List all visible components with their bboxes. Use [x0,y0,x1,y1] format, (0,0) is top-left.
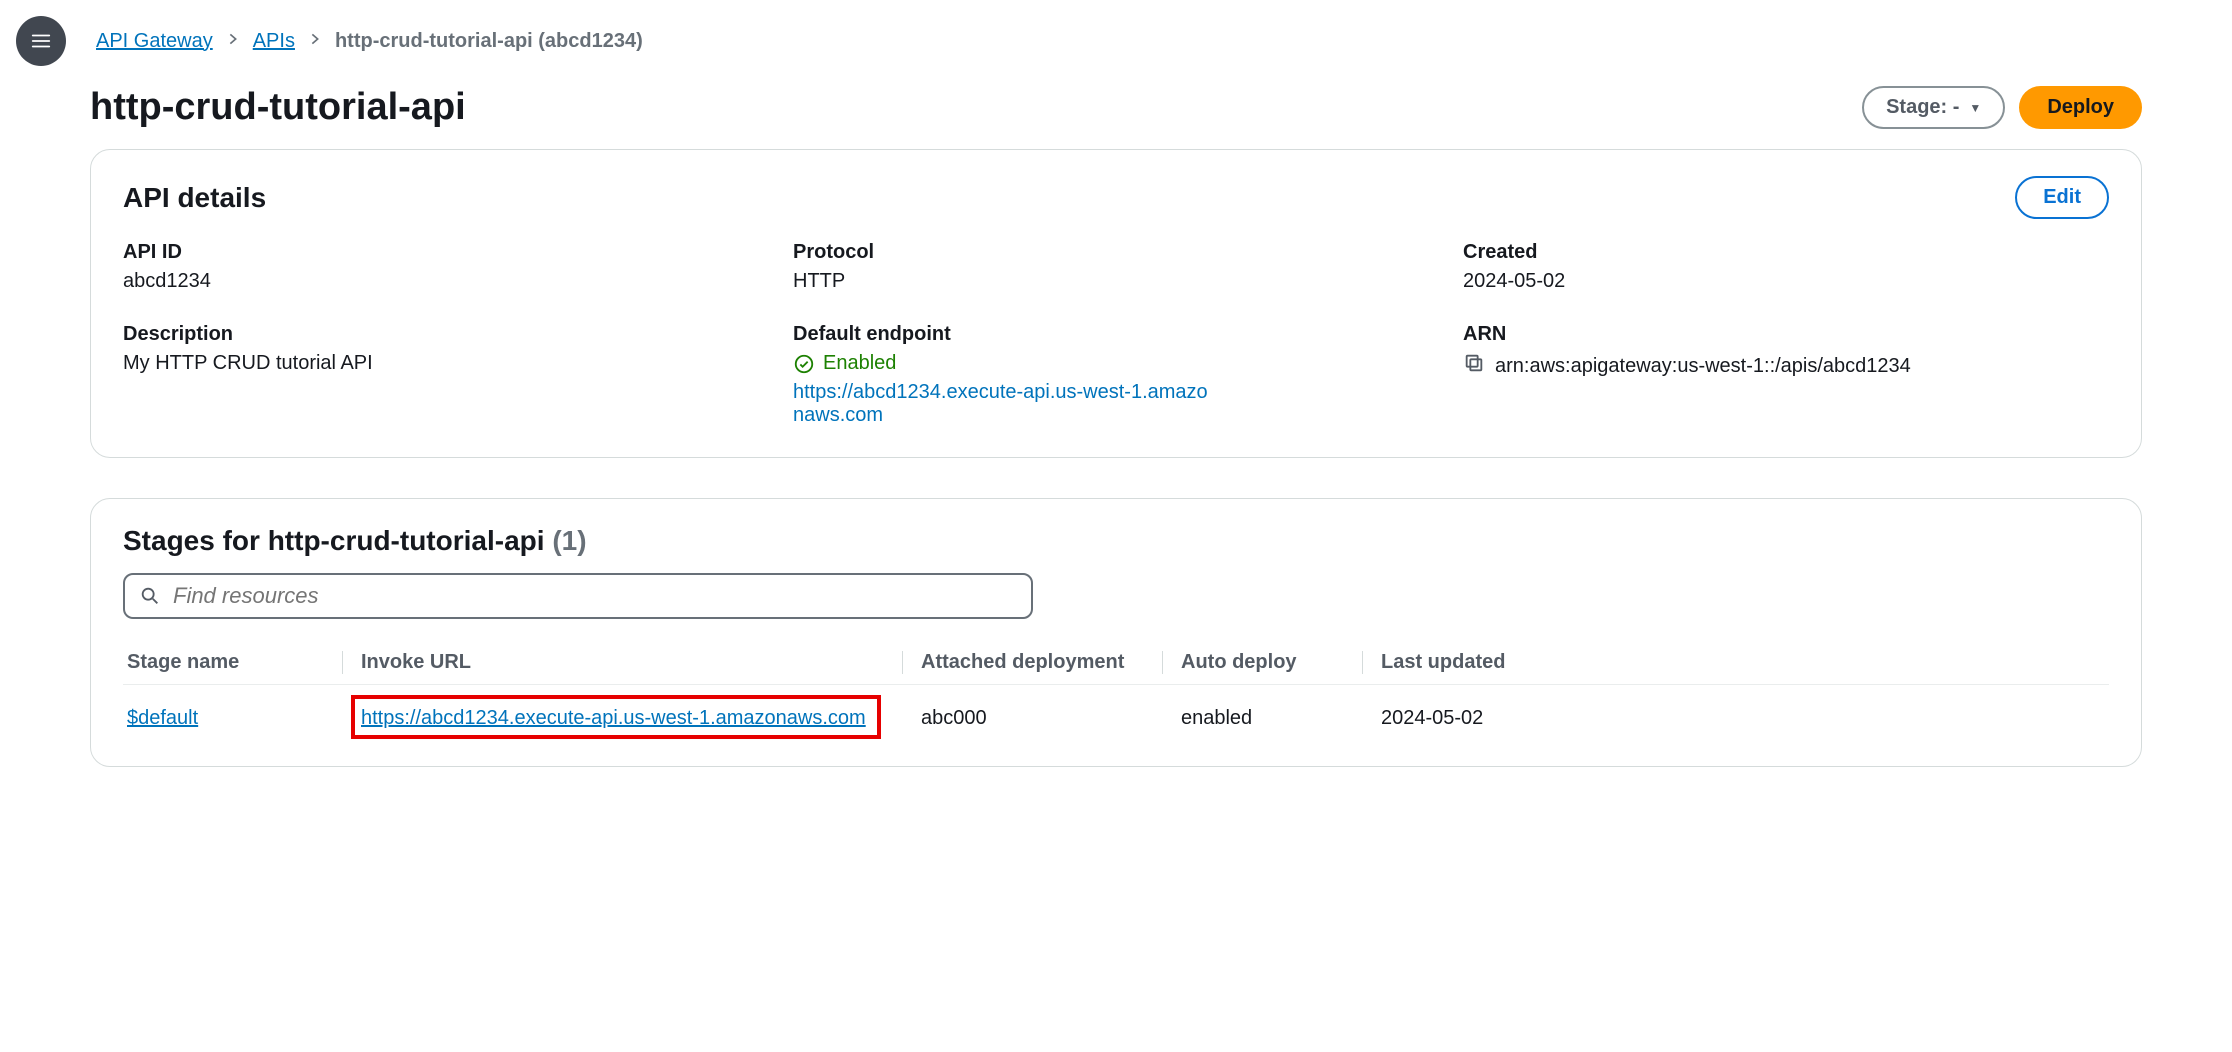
table-header: Stage name Invoke URL Attached deploymen… [123,641,2109,685]
stages-panel: Stages for http-crud-tutorial-api (1) St… [90,498,2142,767]
created-label: Created [1463,241,2109,264]
breadcrumb-apis[interactable]: APIs [253,30,295,53]
caret-down-icon: ▼ [1969,101,1981,115]
api-id-label: API ID [123,241,769,264]
search-input[interactable] [173,583,1017,609]
stages-title: Stages for http-crud-tutorial-api (1) [123,525,587,557]
api-details-title: API details [123,182,266,214]
invoke-url-link[interactable]: https://abcd1234.execute-api.us-west-1.a… [361,707,866,729]
stages-table: Stage name Invoke URL Attached deploymen… [123,641,2109,736]
breadcrumb-current: http-crud-tutorial-api (abcd1234) [335,30,643,53]
attached-deployment-value: abc000 [903,707,1163,730]
chevron-right-icon [307,31,323,52]
col-attached-deployment[interactable]: Attached deployment [903,651,1163,674]
api-details-panel: API details Edit API ID abcd1234 Protoco… [90,149,2142,458]
col-invoke-url[interactable]: Invoke URL [343,651,903,674]
col-auto-deploy[interactable]: Auto deploy [1163,651,1363,674]
protocol-label: Protocol [793,241,1439,264]
deploy-button[interactable]: Deploy [2019,86,2142,129]
search-icon [139,585,161,607]
col-stage-name[interactable]: Stage name [123,651,343,674]
endpoint-status-text: Enabled [823,352,896,375]
arn-value: arn:aws:apigateway:us-west-1::/apis/abcd… [1495,355,1911,378]
endpoint-status: Enabled [793,352,1439,375]
menu-toggle-button[interactable] [16,16,66,66]
breadcrumb-root[interactable]: API Gateway [96,30,213,53]
stages-count: (1) [552,525,586,556]
auto-deploy-value: enabled [1163,707,1363,730]
stage-name-link[interactable]: $default [127,707,198,729]
created-value: 2024-05-02 [1463,270,2109,293]
copy-icon[interactable] [1463,352,1485,380]
default-endpoint-label: Default endpoint [793,323,1439,346]
arn-label: ARN [1463,323,2109,346]
protocol-value: HTTP [793,270,1439,293]
col-last-updated[interactable]: Last updated [1363,651,1543,674]
api-id-value: abcd1234 [123,270,769,293]
check-circle-icon [793,353,815,375]
edit-button[interactable]: Edit [2015,176,2109,219]
description-label: Description [123,323,769,346]
table-row: $default https://abcd1234.execute-api.us… [123,685,2109,736]
stage-select-dropdown[interactable]: Stage: - ▼ [1862,86,2005,129]
last-updated-value: 2024-05-02 [1363,707,1543,730]
hamburger-icon [30,30,52,52]
breadcrumb: API Gateway APIs http-crud-tutorial-api … [80,30,643,53]
default-endpoint-link[interactable]: https://abcd1234.execute-api.us-west-1.a… [793,381,1213,427]
description-value: My HTTP CRUD tutorial API [123,352,769,375]
search-input-wrapper[interactable] [123,573,1033,619]
chevron-right-icon [225,31,241,52]
stage-select-label: Stage: - [1886,96,1959,119]
page-title: http-crud-tutorial-api [90,86,466,129]
